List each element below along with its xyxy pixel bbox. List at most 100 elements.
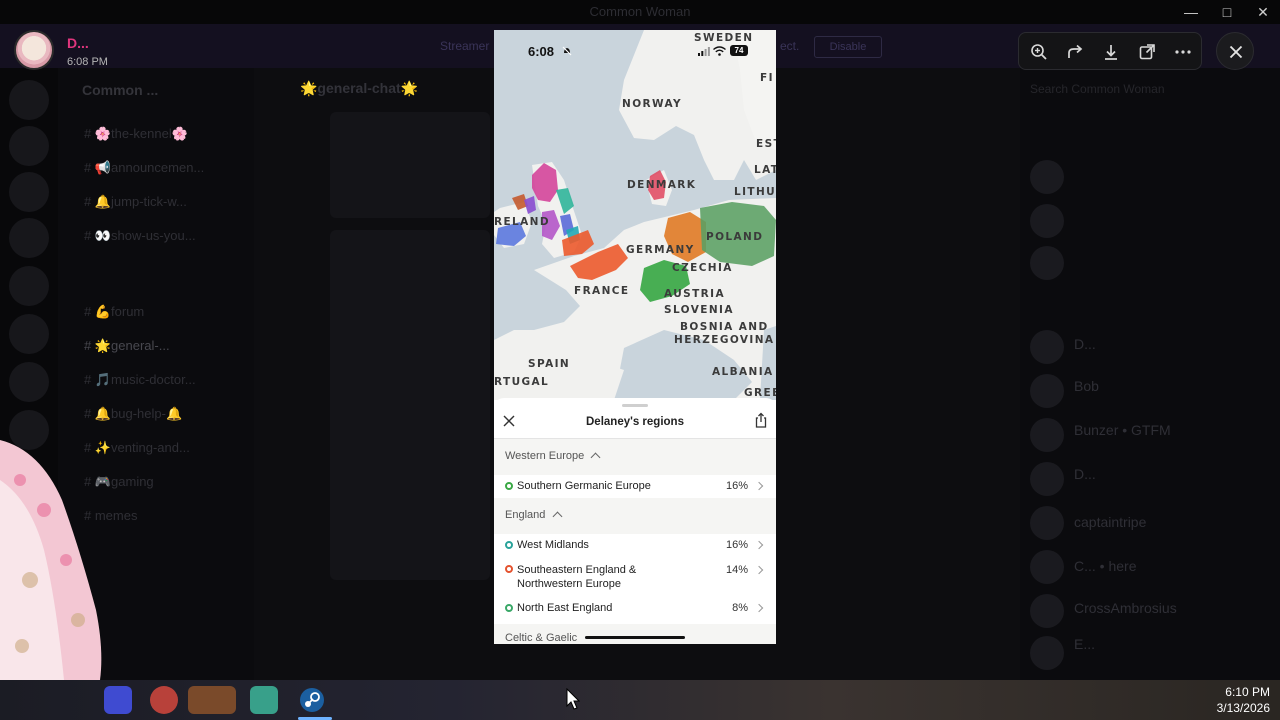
avatar[interactable] [1030,594,1064,628]
avatar[interactable] [1030,550,1064,584]
avatar[interactable] [1030,160,1064,194]
avatar[interactable] [1030,418,1064,452]
taskbar-clock[interactable]: 6:10 PM 3/13/2026 [1217,684,1270,716]
map-label: GERMANY [626,244,695,256]
avatar[interactable] [1030,246,1064,280]
channel-item[interactable]: # 👀show-us-you... [84,228,196,244]
map-label: RELAND [494,216,550,228]
channel-item-active[interactable]: # 🌟general-... [84,338,170,354]
ancestry-map[interactable]: SWEDEN FI NORWAY EST LAT LITHU DENMARK R… [494,30,776,400]
avatar[interactable] [1030,204,1064,238]
section-label[interactable]: England [505,509,545,521]
share-icon[interactable] [754,412,768,428]
member-name[interactable]: CrossAmbrosius [1074,600,1177,616]
message-attachment[interactable] [330,230,490,580]
member-name[interactable]: E... [1074,636,1095,652]
server-icon[interactable] [9,266,49,306]
chevron-right-icon [754,540,764,550]
server-name[interactable]: Common ... [82,82,158,98]
channel-item[interactable]: # 🌸the-kennel🌸 [84,126,188,142]
avatar[interactable] [1030,374,1064,408]
chrome-app-icon[interactable] [150,686,178,714]
zoom-in-icon[interactable] [1029,42,1049,62]
sheet-grabber[interactable] [622,404,648,407]
section-label[interactable]: Celtic & Gaelic [505,632,577,644]
region-color-dot [505,482,513,490]
banner-text-end: ect. [780,39,800,53]
channel-item[interactable]: # 🔔jump-tick-w... [84,194,187,210]
map-label: LITHU [734,186,776,198]
avatar[interactable] [1030,330,1064,364]
region-scotland[interactable] [532,163,558,202]
server-icon[interactable] [9,362,49,402]
member-name[interactable]: captaintripe [1074,514,1146,530]
map-label: RTUGAL [494,376,550,388]
window-titlebar: Common Woman — □ ✕ [0,0,1280,24]
member-list: Search Common Woman D... Bob Bunzer • GT… [1020,68,1280,680]
map-label: LAT [754,164,776,176]
battery-icon: 74 [730,45,748,56]
member-name[interactable]: D... [1074,336,1096,352]
minimize-button[interactable]: — [1174,2,1208,22]
app-icon[interactable] [188,686,236,714]
message-timestamp: 6:08 PM [67,56,108,68]
region-name: North East England [517,602,613,614]
maximize-button[interactable]: □ [1210,2,1244,22]
map-label: CZECHIA [672,262,733,274]
region-color-dot [505,565,513,573]
regions-sheet: Delaney's regions Western Europe Souther… [494,398,776,644]
server-icon[interactable] [9,172,49,212]
region-percent: 14% [725,564,748,576]
channel-item[interactable]: # 📢announcemen... [84,160,204,176]
map-label: SPAIN [528,358,571,370]
forward-icon[interactable] [1065,42,1085,62]
region-name: Southeastern England & Northwestern Euro… [517,564,637,590]
server-icon[interactable] [9,314,49,354]
chevron-right-icon [754,565,764,575]
search-input[interactable]: Search Common Woman [1030,82,1266,100]
window-close-button[interactable]: ✕ [1246,2,1280,22]
region-percent: 16% [725,539,748,551]
avatar[interactable] [1030,636,1064,670]
avatar[interactable] [1030,462,1064,496]
more-icon[interactable] [1173,42,1193,62]
map-label: HERZEGOVINA [674,334,775,346]
region-name: Southern Germanic Europe [517,480,651,492]
server-icon[interactable] [9,126,49,166]
streamer-avatar-overlay [0,440,102,680]
member-name[interactable]: Bunzer • GTFM [1074,422,1171,438]
clock-date: 3/13/2026 [1216,701,1270,715]
member-name[interactable]: C... • here [1074,558,1136,574]
open-external-icon[interactable] [1137,42,1157,62]
files-app-icon[interactable] [250,686,278,714]
map-label: FRANCE [574,285,630,297]
disable-button[interactable]: Disable [814,36,882,58]
server-icon[interactable] [9,218,49,258]
region-small[interactable] [524,196,536,214]
steam-icon[interactable] [298,686,326,714]
chat-header: 🌟general-chat🌟 [300,80,419,96]
signal-icon [698,47,710,56]
download-icon[interactable] [1101,42,1121,62]
region-north-east-england[interactable] [556,188,574,214]
server-icon[interactable] [9,80,49,120]
author-name[interactable]: D... [67,35,89,51]
region-name: West Midlands [517,539,589,551]
sheet-title: Delaney's regions [586,416,684,428]
region-color-dot [505,541,513,549]
close-viewer-button[interactable] [1216,32,1254,70]
mouse-cursor-icon [566,688,580,710]
message-attachment[interactable] [330,112,490,218]
avatar[interactable] [1030,506,1064,540]
channel-item[interactable]: # 💪forum [84,304,144,320]
member-name[interactable]: D... [1074,466,1096,482]
map-label: EST [756,138,776,150]
attachment-image[interactable]: SWEDEN FI NORWAY EST LAT LITHU DENMARK R… [494,30,776,644]
bell-slash-icon [562,46,572,56]
channel-item[interactable]: # 🎵music-doctor... [84,372,196,388]
channel-item[interactable]: # 🔔bug-help-🔔 [84,406,182,422]
discord-app-icon[interactable] [104,686,132,714]
member-name[interactable]: Bob [1074,378,1099,394]
section-label[interactable]: Western Europe [505,450,584,462]
avatar[interactable] [14,30,54,70]
